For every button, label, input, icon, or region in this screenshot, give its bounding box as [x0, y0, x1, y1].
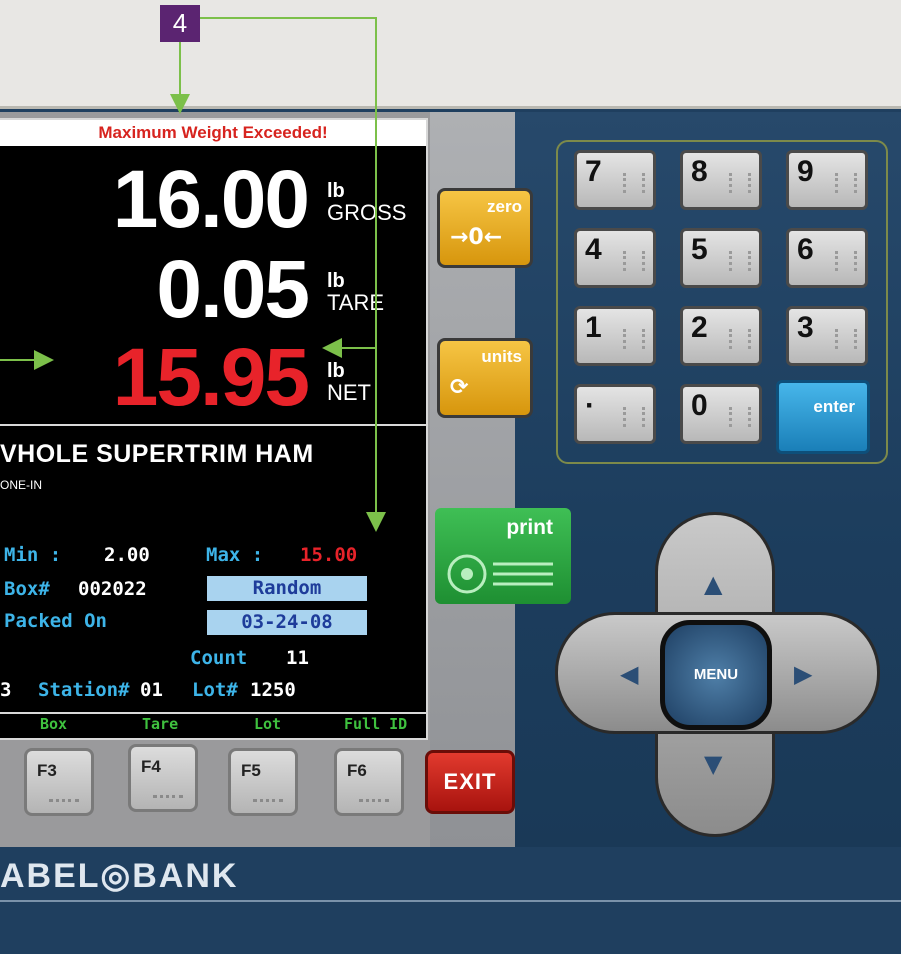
key-3[interactable]: 3 [786, 306, 868, 366]
tare-weight: 0.05 [156, 244, 310, 335]
max-value: 15.00 [300, 544, 358, 566]
key-0[interactable]: 0 [680, 384, 762, 444]
softkey-box[interactable]: Box [40, 715, 67, 733]
zero-icon: →0← [450, 225, 503, 250]
count-label: Count [190, 647, 248, 669]
product-name: VHOLE SUPERTRIM HAM [0, 440, 314, 468]
softkey-lot[interactable]: Lot [254, 715, 281, 733]
cycle-icon: ⟳ [450, 375, 469, 400]
arrow-down-icon[interactable]: ▼ [704, 750, 722, 778]
f5-button[interactable]: F5 [228, 748, 298, 816]
printer-icon [447, 554, 553, 594]
units-button[interactable]: units ⟳ [437, 338, 533, 418]
arrow-right-icon[interactable]: ▶ [794, 660, 812, 688]
callout-badge: 4 [160, 5, 200, 42]
enter-key[interactable]: enter [776, 380, 870, 454]
net-weight: 15.95 [112, 332, 310, 423]
key-2[interactable]: 2 [680, 306, 762, 366]
key-7[interactable]: 7 [574, 150, 656, 210]
lot-value: 1250 [250, 679, 296, 701]
menu-button[interactable]: MENU [660, 620, 772, 730]
arrow-left-icon[interactable]: ◀ [620, 660, 638, 688]
box-mode: Random [207, 576, 367, 601]
station-label: Station# [38, 679, 130, 701]
top-callout-strip [0, 0, 901, 108]
count-value: 11 [286, 647, 309, 669]
box-label: Box# [4, 578, 50, 600]
max-label: Max : [206, 544, 264, 566]
screen-divider [0, 424, 426, 426]
product-subtitle: ONE-IN [0, 478, 42, 492]
box-value: 002022 [78, 578, 147, 600]
station-value: 01 [140, 679, 163, 701]
min-value: 2.00 [104, 544, 150, 566]
panel-divider [0, 900, 901, 902]
gross-weight: 16.00 [112, 154, 310, 245]
softkey-full-id[interactable]: Full ID [344, 715, 407, 733]
brand-logo: ABEL◎BANK [0, 857, 239, 895]
key-6[interactable]: 6 [786, 228, 868, 288]
print-button[interactable]: print [435, 508, 571, 604]
key-1[interactable]: 1 [574, 306, 656, 366]
station-prefix: 3 [0, 679, 12, 701]
packed-label: Packed On [4, 610, 107, 632]
arrow-up-icon[interactable]: ▲ [704, 570, 722, 598]
key-5[interactable]: 5 [680, 228, 762, 288]
exit-button[interactable]: EXIT [425, 750, 515, 814]
zero-button[interactable]: zero →0← [437, 188, 533, 268]
net-unit: lb NET [327, 360, 371, 405]
f3-button[interactable]: F3 [24, 748, 94, 816]
key-9[interactable]: 9 [786, 150, 868, 210]
f4-button[interactable]: F4 [128, 744, 198, 812]
max-weight-alert: Maximum Weight Exceeded! [0, 120, 426, 146]
key-4[interactable]: 4 [574, 228, 656, 288]
min-label: Min : [4, 544, 62, 566]
tare-unit: lb TARE [327, 270, 385, 315]
packed-date: 03-24-08 [207, 610, 367, 635]
f6-button[interactable]: F6 [334, 748, 404, 816]
gross-unit: lb GROSS [327, 180, 407, 225]
key-decimal[interactable]: · [574, 384, 656, 444]
key-8[interactable]: 8 [680, 150, 762, 210]
softkey-tare[interactable]: Tare [142, 715, 178, 733]
lot-label: Lot# [192, 679, 238, 701]
display-screen: Maximum Weight Exceeded! 16.00 lb GROSS 0… [0, 118, 428, 740]
